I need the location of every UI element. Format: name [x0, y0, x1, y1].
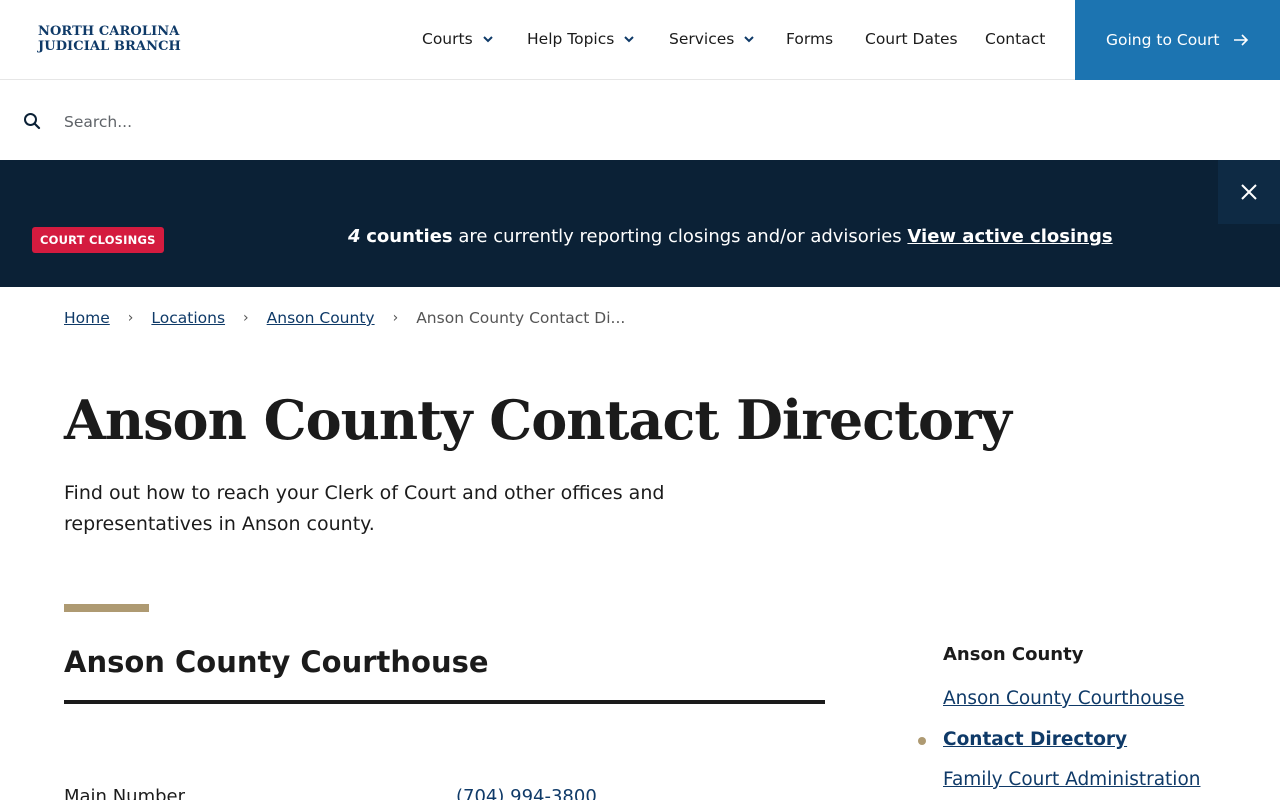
section-divider	[64, 700, 825, 704]
page-title: Anson County Contact Directory	[64, 388, 1012, 452]
sidenav-item-family-court[interactable]: Family Court Administration	[943, 769, 1200, 790]
nav-court-dates[interactable]: Court Dates	[865, 30, 958, 48]
nav-contact[interactable]: Contact	[985, 30, 1045, 48]
site-header: NORTH CAROLINA JUDICIAL BRANCH Courts He…	[0, 0, 1280, 80]
contact-row-phone-link[interactable]: (704) 994-3800	[456, 786, 597, 800]
nav-services[interactable]: Services	[669, 30, 755, 48]
breadcrumb-current: Anson County Contact Di...	[416, 309, 626, 327]
active-indicator-dot	[918, 737, 926, 745]
going-to-court-button[interactable]: Going to Court	[1075, 0, 1280, 80]
section-title: Anson County Courthouse	[64, 645, 489, 679]
sidenav-heading: Anson County	[943, 644, 1084, 665]
court-closings-badge: COURT CLOSINGS	[32, 227, 164, 253]
alert-message: 4 counties are currently reporting closi…	[348, 226, 1113, 247]
nav-services-label: Services	[669, 30, 735, 48]
sidenav-item-courthouse[interactable]: Anson County Courthouse	[943, 688, 1184, 709]
chevron-right-icon: ›	[127, 310, 134, 326]
breadcrumb-locations[interactable]: Locations	[151, 309, 225, 327]
nav-courts[interactable]: Courts	[422, 30, 494, 48]
nav-help-topics-label: Help Topics	[527, 30, 615, 48]
section-accent-bar	[64, 604, 149, 612]
search-bar	[0, 81, 1280, 160]
nav-courts-label: Courts	[422, 30, 473, 48]
going-to-court-label: Going to Court	[1106, 31, 1220, 49]
nav-court-dates-label: Court Dates	[865, 30, 958, 48]
court-closings-banner: COURT CLOSINGS 4 counties are currently …	[0, 160, 1280, 287]
nav-contact-label: Contact	[985, 30, 1046, 48]
arrow-right-icon	[1234, 34, 1249, 46]
close-icon	[1241, 184, 1257, 200]
sidenav-item-contact-directory[interactable]: Contact Directory	[943, 729, 1127, 750]
chevron-down-icon	[482, 36, 493, 43]
site-logo[interactable]: NORTH CAROLINA JUDICIAL BRANCH	[38, 24, 181, 54]
chevron-down-icon	[624, 36, 635, 43]
nav-help-topics[interactable]: Help Topics	[527, 30, 635, 48]
nav-forms[interactable]: Forms	[786, 30, 833, 48]
search-input[interactable]	[56, 105, 956, 139]
alert-message-text: are currently reporting closings and/or …	[452, 226, 908, 247]
close-banner-button[interactable]	[1218, 160, 1280, 224]
search-icon[interactable]	[23, 112, 41, 130]
breadcrumb-home[interactable]: Home	[64, 309, 110, 327]
breadcrumb-anson-county[interactable]: Anson County	[267, 309, 375, 327]
closings-count: 4	[348, 226, 361, 247]
logo-line-2: JUDICIAL BRANCH	[38, 39, 181, 54]
contact-row-label: Main Number	[64, 786, 185, 800]
chevron-down-icon	[744, 36, 755, 43]
chevron-right-icon: ›	[243, 310, 249, 326]
logo-line-1: NORTH CAROLINA	[38, 24, 180, 39]
breadcrumb: Home › Locations › Anson County › Anson …	[64, 309, 625, 327]
counties-word: counties	[366, 226, 453, 247]
nav-forms-label: Forms	[786, 30, 834, 48]
view-active-closings-link[interactable]: View active closings	[907, 226, 1112, 247]
page-intro: Find out how to reach your Clerk of Cour…	[64, 482, 665, 535]
chevron-right-icon: ›	[392, 310, 399, 326]
